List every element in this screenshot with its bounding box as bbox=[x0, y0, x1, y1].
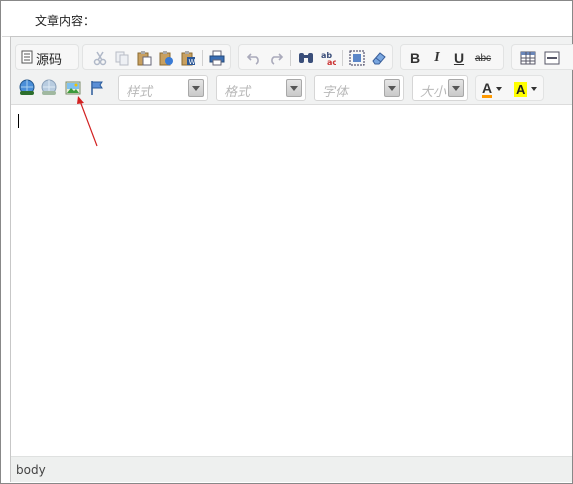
svg-text:ac: ac bbox=[327, 58, 336, 66]
cut-icon[interactable] bbox=[90, 48, 110, 68]
editor-content-area[interactable] bbox=[11, 104, 572, 456]
rich-text-editor: 源码 W ab ac B I U abc 样式 格式 字体 大小 A A bod… bbox=[10, 36, 573, 482]
replace-icon[interactable]: ab ac bbox=[318, 48, 338, 68]
paste-icon[interactable] bbox=[134, 48, 154, 68]
background-color-button[interactable]: A bbox=[510, 79, 544, 99]
toolbar-separator bbox=[202, 50, 203, 66]
format-combo[interactable]: 格式 bbox=[216, 75, 306, 101]
font-combo-text: 字体 bbox=[322, 85, 349, 100]
dropdown-arrow-icon bbox=[531, 87, 538, 91]
source-button[interactable]: 源码 bbox=[19, 48, 65, 68]
background-color-icon: A bbox=[514, 81, 528, 97]
size-combo[interactable]: 大小 bbox=[412, 75, 468, 101]
font-combo[interactable]: 字体 bbox=[314, 75, 404, 101]
toolbar-group-colors: A A bbox=[475, 75, 544, 101]
underline-button[interactable]: U bbox=[449, 48, 469, 68]
text-color-button[interactable]: A bbox=[478, 79, 512, 99]
toolbar-group-basicstyles: B I U abc bbox=[400, 44, 504, 70]
source-document-icon bbox=[21, 50, 33, 67]
toolbar-row-2: 样式 格式 字体 大小 A A bbox=[15, 75, 572, 101]
table-icon[interactable] bbox=[518, 48, 538, 68]
link-icon[interactable] bbox=[17, 78, 37, 98]
toolbar-group-clipboard: W bbox=[82, 44, 231, 70]
svg-text:W: W bbox=[189, 58, 196, 66]
redo-icon[interactable] bbox=[266, 48, 286, 68]
chevron-down-icon bbox=[384, 79, 400, 97]
dropdown-arrow-icon bbox=[496, 87, 503, 91]
horizontal-rule-icon[interactable] bbox=[542, 48, 562, 68]
toolbar-row-1: 源码 W ab ac B I U abc bbox=[15, 44, 573, 70]
source-button-label: 源码 bbox=[36, 52, 63, 68]
text-color-icon: A bbox=[482, 79, 493, 98]
unlink-icon[interactable] bbox=[39, 78, 59, 98]
editor-toolbar: 源码 W ab ac B I U abc 样式 格式 字体 大小 A A bbox=[11, 37, 573, 104]
chevron-down-icon bbox=[188, 79, 204, 97]
select-all-icon[interactable] bbox=[347, 48, 367, 68]
format-combo-text: 格式 bbox=[224, 85, 251, 100]
editor-statusbar: body bbox=[11, 456, 572, 482]
image-icon[interactable] bbox=[63, 78, 83, 98]
anchor-flag-icon[interactable] bbox=[87, 78, 107, 98]
copy-icon[interactable] bbox=[112, 48, 132, 68]
content-field-row: 文章内容： bbox=[2, 2, 571, 36]
element-path[interactable]: body bbox=[16, 463, 46, 477]
content-field-label: 文章内容： bbox=[35, 14, 96, 28]
chevron-down-icon bbox=[448, 79, 464, 97]
find-icon[interactable] bbox=[296, 48, 316, 68]
print-icon[interactable] bbox=[207, 48, 227, 68]
styles-combo[interactable]: 样式 bbox=[118, 75, 208, 101]
toolbar-group-edit: ab ac bbox=[238, 44, 393, 70]
toolbar-separator bbox=[290, 50, 291, 66]
remove-format-icon[interactable] bbox=[369, 48, 389, 68]
toolbar-group-source: 源码 bbox=[15, 44, 79, 70]
toolbar-separator bbox=[342, 50, 343, 66]
toolbar-group-insert bbox=[511, 44, 573, 70]
size-combo-text: 大小 bbox=[420, 85, 447, 100]
paste-word-icon[interactable]: W bbox=[178, 48, 198, 68]
bold-button[interactable]: B bbox=[405, 48, 425, 68]
text-caret bbox=[18, 114, 19, 128]
italic-button[interactable]: I bbox=[427, 48, 447, 68]
styles-combo-text: 样式 bbox=[126, 85, 153, 100]
chevron-down-icon bbox=[286, 79, 302, 97]
undo-icon[interactable] bbox=[244, 48, 264, 68]
strikethrough-button[interactable]: abc bbox=[471, 48, 495, 68]
paste-text-icon[interactable] bbox=[156, 48, 176, 68]
